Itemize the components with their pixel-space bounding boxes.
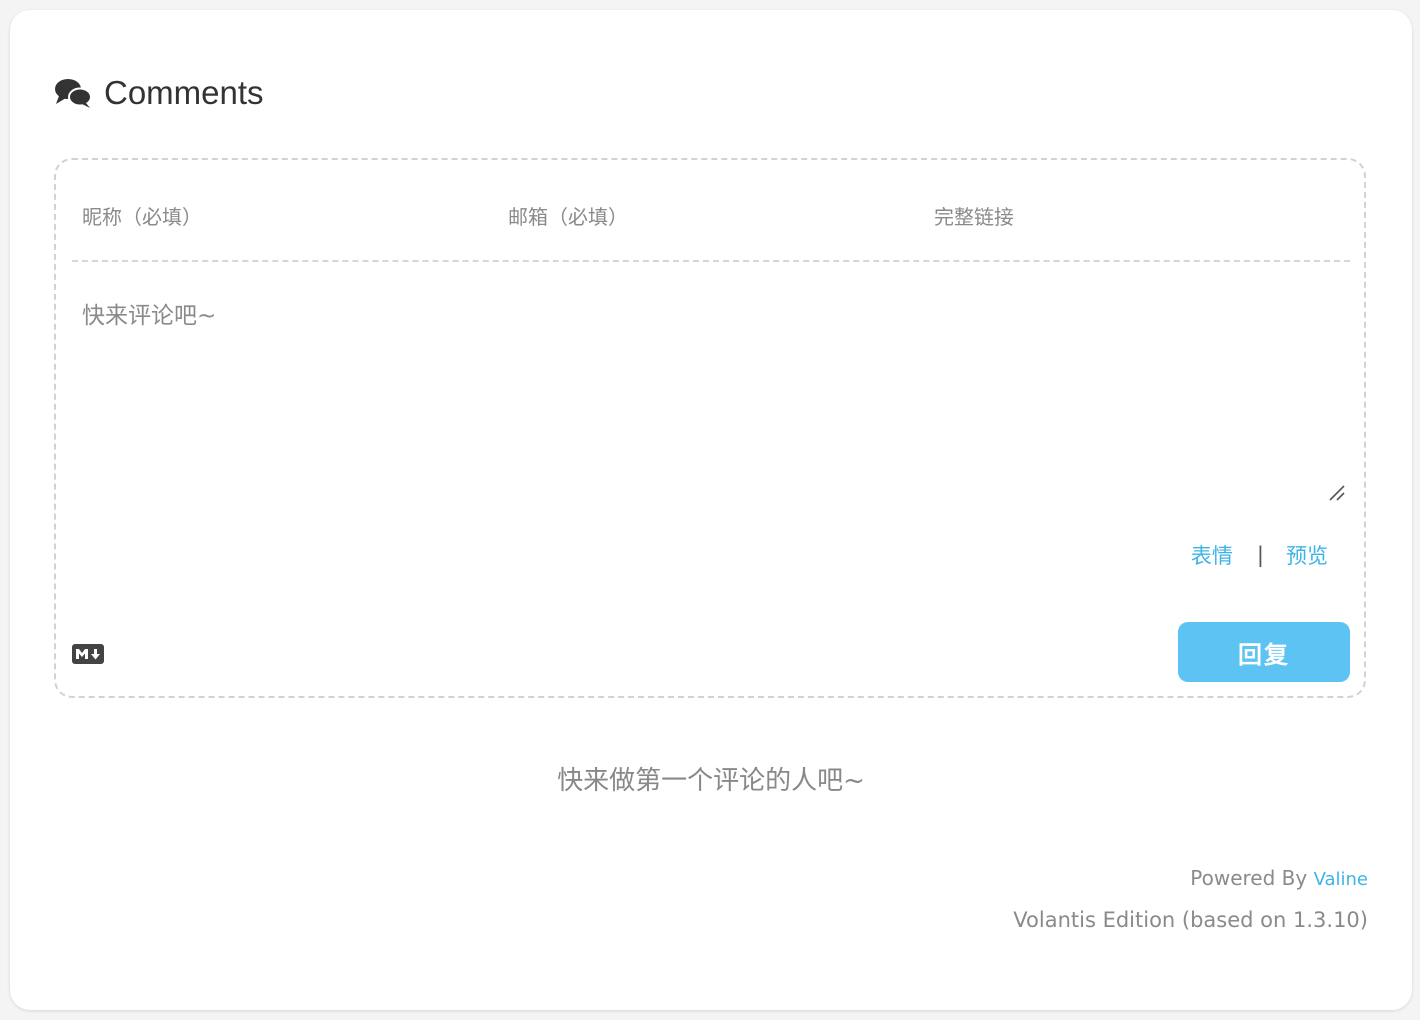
resize-handle-icon[interactable] (1326, 482, 1346, 502)
empty-comments-message: 快来做第一个评论的人吧~ (557, 766, 865, 796)
nickname-input[interactable] (72, 178, 498, 256)
tools-separator: | (1256, 543, 1264, 567)
user-info-fields (72, 178, 1350, 262)
page-title: Comments (104, 74, 264, 111)
comment-textarea[interactable] (72, 280, 1350, 502)
comments-icon (54, 78, 92, 108)
markdown-icon[interactable] (72, 644, 104, 664)
powered-by: Powered By Valine (1190, 866, 1368, 890)
preview-button[interactable]: 预览 (1286, 540, 1328, 570)
edition-info: Volantis Edition (based on 1.3.10) (1013, 908, 1368, 932)
emoji-button[interactable]: 表情 (1191, 540, 1233, 570)
comments-header: Comments (54, 74, 264, 112)
link-input[interactable] (924, 178, 1350, 256)
email-input[interactable] (498, 178, 924, 256)
valine-link[interactable]: Valine (1314, 869, 1368, 890)
comments-card: Comments 表情 | 预览 回复 快 (10, 10, 1412, 1010)
comment-editor: 表情 | 预览 回复 (54, 158, 1366, 698)
reply-button[interactable]: 回复 (1178, 622, 1350, 682)
powered-by-label: Powered By (1190, 866, 1308, 890)
editor-tools: 表情 | 预览 (1191, 540, 1328, 570)
